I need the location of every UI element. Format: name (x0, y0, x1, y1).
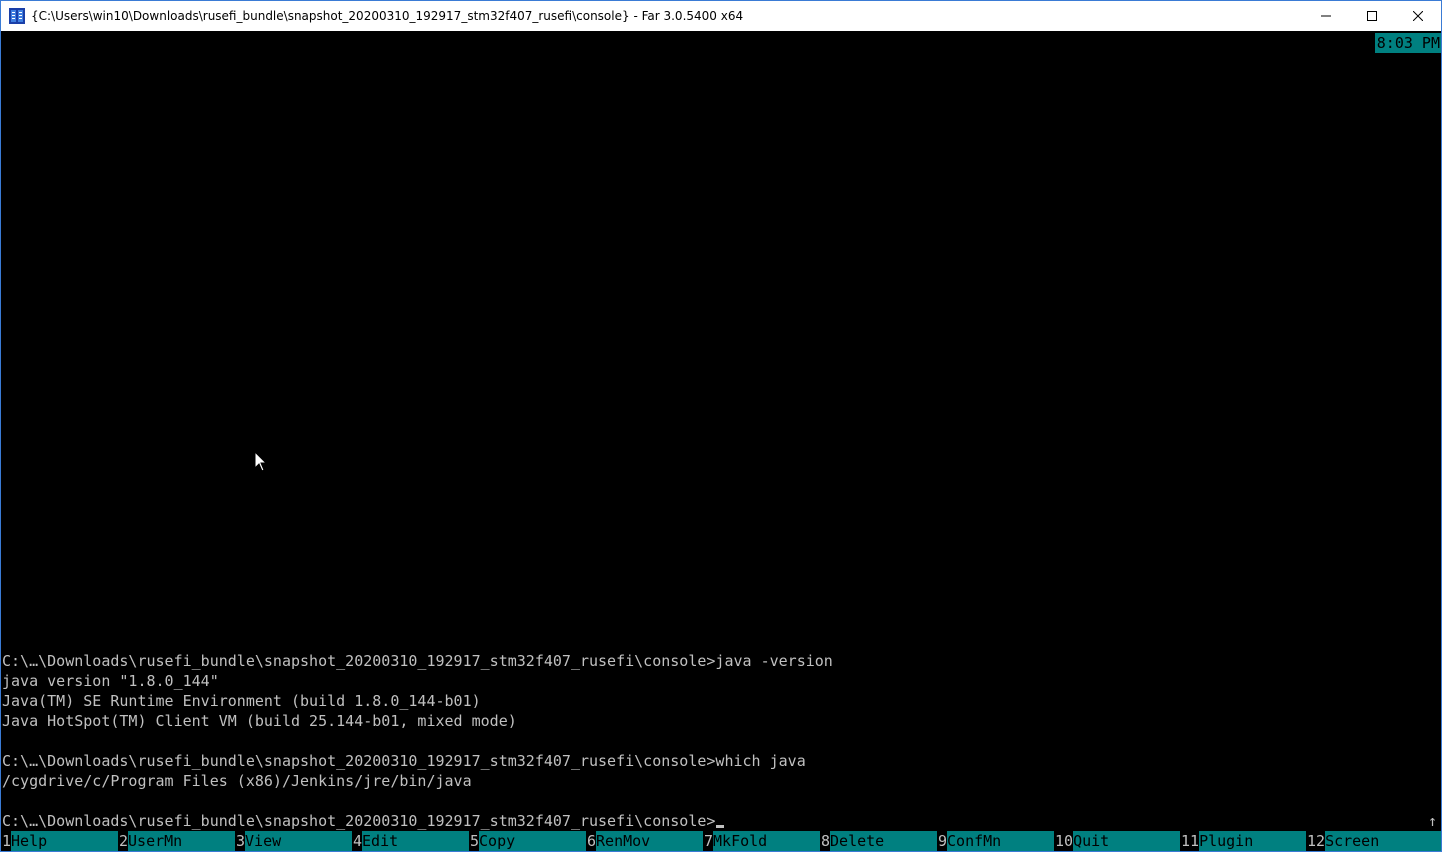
key-f12-screen[interactable]: 12 Screen (1306, 831, 1441, 851)
key-f10-quit[interactable]: 10 Quit (1054, 831, 1180, 851)
console-line: C:\…\Downloads\rusefi_bundle\snapshot_20… (2, 752, 806, 770)
title-bar[interactable]: {C:\Users\win10\Downloads\rusefi_bundle\… (1, 1, 1441, 31)
minimize-button[interactable] (1303, 1, 1349, 31)
text-cursor (716, 825, 725, 828)
console-line: Java(TM) SE Runtime Environment (build 1… (2, 692, 481, 710)
far-manager-window: {C:\Users\win10\Downloads\rusefi_bundle\… (0, 0, 1442, 852)
mouse-pointer-icon (254, 451, 268, 472)
key-f3-view[interactable]: 3 View (235, 831, 352, 851)
console-line: Java HotSpot(TM) Client VM (build 25.144… (2, 712, 517, 730)
clock: 8:03 PM (1374, 33, 1441, 53)
command-prompt-line[interactable]: C:\…\Downloads\rusefi_bundle\snapshot_20… (2, 811, 725, 831)
console-line: /cygdrive/c/Program Files (x86)/Jenkins/… (2, 772, 472, 790)
console-area[interactable]: 8:03 PM C:\…\Downloads\rusefi_bundle\sna… (1, 31, 1441, 851)
key-f7-mkfold[interactable]: 7 MkFold (703, 831, 820, 851)
key-f8-delete[interactable]: 8 Delete (820, 831, 937, 851)
maximize-icon (1367, 11, 1377, 21)
maximize-button[interactable] (1349, 1, 1395, 31)
key-f5-copy[interactable]: 5 Copy (469, 831, 586, 851)
key-f6-renmov[interactable]: 6 RenMov (586, 831, 703, 851)
minimize-icon (1321, 15, 1331, 17)
key-f1-help[interactable]: 1 Help (1, 831, 118, 851)
close-icon (1413, 11, 1423, 21)
scroll-up-indicator: ↑ (1427, 812, 1437, 830)
far-app-icon (9, 8, 25, 24)
command-prompt: C:\…\Downloads\rusefi_bundle\snapshot_20… (2, 812, 716, 830)
console-line: java version "1.8.0_144" (2, 672, 219, 690)
key-f9-confmn[interactable]: 9 ConfMn (937, 831, 1054, 851)
function-key-bar: 1 Help 2 UserMn 3 View 4 Edit 5 Copy 6 RenMov … (1, 831, 1441, 851)
close-button[interactable] (1395, 1, 1441, 31)
key-f11-plugin[interactable]: 11 Plugin (1180, 831, 1306, 851)
console-line: C:\…\Downloads\rusefi_bundle\snapshot_20… (2, 652, 833, 670)
window-title: {C:\Users\win10\Downloads\rusefi_bundle\… (31, 9, 744, 23)
key-f4-edit[interactable]: 4 Edit (352, 831, 469, 851)
key-f2-usermenu[interactable]: 2 UserMn (118, 831, 235, 851)
